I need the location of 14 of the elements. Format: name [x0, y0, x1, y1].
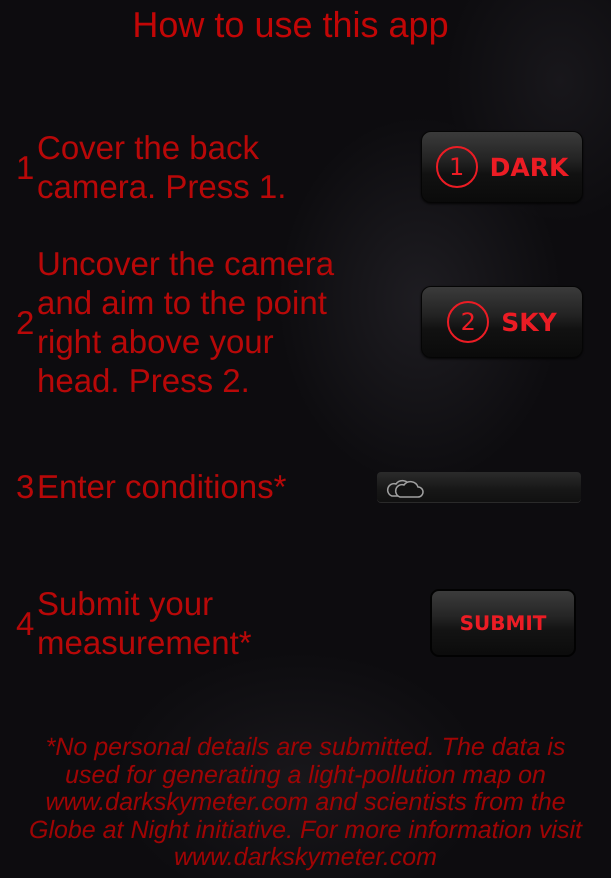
step-number: 4: [15, 604, 36, 642]
step-instruction: Enter conditions*: [37, 467, 288, 506]
footnote-text: *No personal details are submitted. The data is used for generating a light-pollution map on www.darkskymeter.com and scientists from the Globe at Night initiative. For more information visit www.darkskymeter.com: [28, 734, 584, 872]
step-button[interactable]: 1 DARK: [421, 131, 583, 203]
step-number: 2: [15, 302, 36, 342]
conditions-field[interactable]: [377, 472, 581, 502]
step-number: 1: [15, 148, 36, 186]
step-instruction: Uncover the camera and aim to the point right above your head. Press 2.: [37, 244, 336, 400]
step-instruction: Submit your measurement*: [37, 584, 253, 662]
step-instruction: Cover the back camera. Press 1.: [37, 128, 288, 206]
step-number: 3: [15, 467, 36, 506]
page-title: How to use this app: [131, 3, 450, 45]
submit-button[interactable]: SUBMIT: [430, 589, 576, 657]
step-button[interactable]: 2 SKY: [421, 286, 583, 358]
